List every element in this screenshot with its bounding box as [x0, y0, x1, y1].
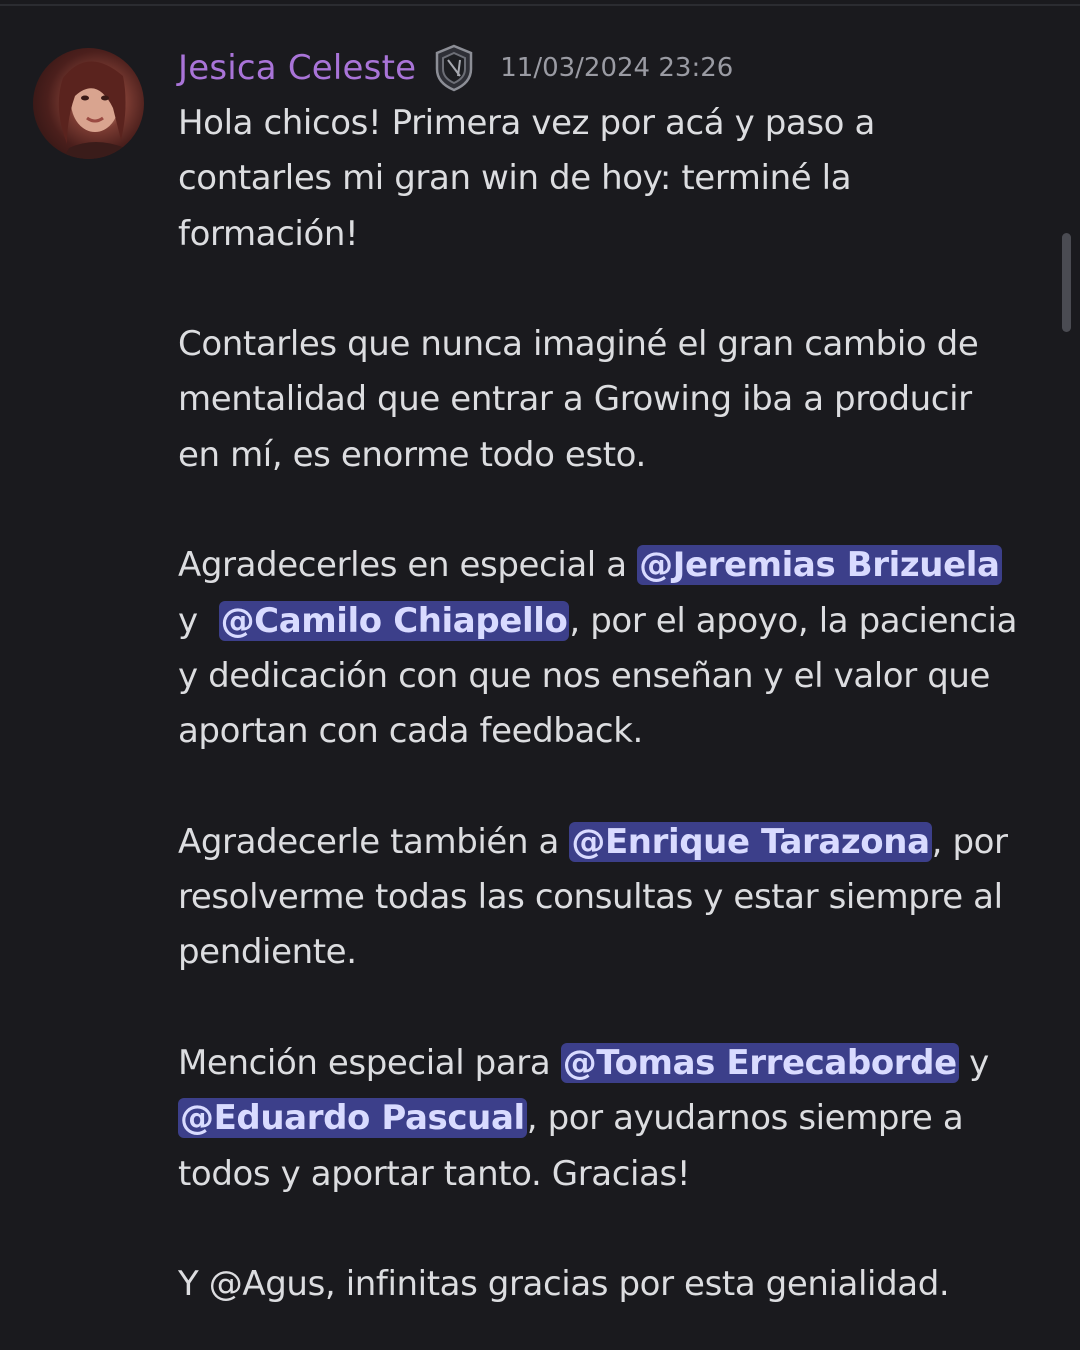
- mention-camilo-chiapello[interactable]: @Camilo Chiapello: [218, 600, 570, 641]
- message-text: , por ayudarnos siempre a: [526, 1098, 964, 1139]
- message-text: Agradecerle también a: [178, 821, 570, 862]
- message-line: mentalidad que entrar a Growing iba a pr…: [178, 379, 972, 420]
- message-line: Hola chicos! Primera vez por acá y paso …: [178, 103, 875, 143]
- scrollbar-thumb[interactable]: [1062, 233, 1071, 332]
- message-line: Agradecerle también a @Enrique Tarazona,…: [178, 815, 1058, 870]
- message-line: Agradecerles en especial a @Jeremias Bri…: [178, 538, 1058, 593]
- mention-jeremias-brizuela[interactable]: @Jeremias Brizuela: [637, 545, 1002, 586]
- message-line: en mí, es enorme todo esto.: [178, 434, 646, 475]
- message-line: y dedicación con que nos enseñan y el va…: [178, 655, 991, 696]
- message-content: Hola chicos! Primera vez por acá y paso …: [178, 96, 1058, 1313]
- avatar-photo: [58, 61, 129, 159]
- message-text: , por el apoyo, la paciencia: [569, 600, 1018, 641]
- message-line: resolverme todas las consultas y estar s…: [178, 877, 1003, 918]
- mention-tomas-errecaborde[interactable]: @Tomas Errecaborde: [560, 1043, 959, 1084]
- message-text: Mención especial para: [178, 1043, 561, 1084]
- top-divider: [0, 4, 1080, 6]
- mention-eduardo-pascual[interactable]: @Eduardo Pascual: [178, 1098, 527, 1139]
- message-line: pendiente.: [178, 932, 357, 973]
- message-line: Contarles que nunca imaginé el gran camb…: [178, 324, 979, 365]
- message-line: Mención especial para @Tomas Errecaborde…: [178, 1036, 1058, 1091]
- avatar[interactable]: [33, 48, 144, 159]
- message-line: @Eduardo Pascual, por ayudarnos siempre …: [178, 1091, 1058, 1146]
- mention-enrique-tarazona[interactable]: @Enrique Tarazona: [569, 821, 932, 862]
- message-line: aportan con cada feedback.: [178, 711, 643, 752]
- message-line: y @Camilo Chiapello, por el apoyo, la pa…: [178, 594, 1058, 649]
- message-line: todos y aportar tanto. Gracias!: [178, 1153, 691, 1194]
- timestamp: 11/03/2024 23:26: [500, 53, 734, 83]
- message-text: y: [958, 1043, 989, 1084]
- message-line: contarles mi gran win de hoy: terminé la: [178, 158, 852, 199]
- message-text: , por: [931, 821, 1008, 862]
- shield-badge-icon[interactable]: [434, 44, 474, 92]
- message-line: Y @Agus, infinitas gracias por esta geni…: [178, 1264, 950, 1305]
- message-text: y: [178, 600, 209, 641]
- username[interactable]: Jesica Celeste: [178, 48, 416, 88]
- message-header: Jesica Celeste 11/03/2024 23:26: [178, 40, 733, 96]
- message-text: Agradecerles en especial a: [178, 545, 638, 586]
- message-line: formación!: [178, 213, 359, 254]
